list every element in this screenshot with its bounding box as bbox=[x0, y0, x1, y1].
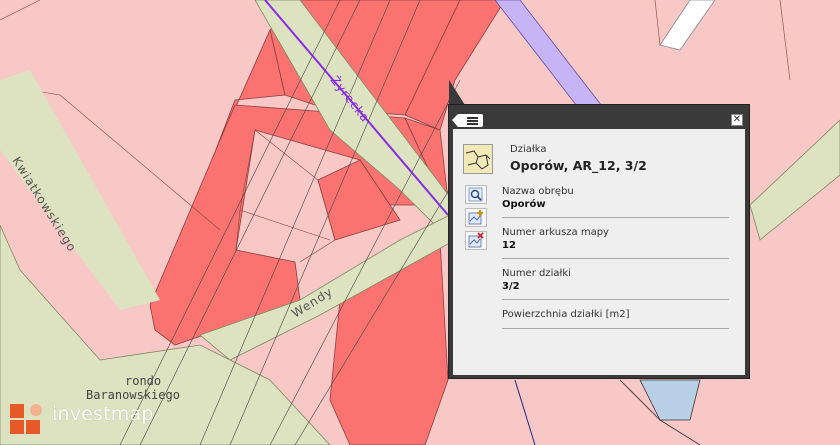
popup-pointer bbox=[449, 80, 465, 105]
attribute-label: Numer arkusza mapy bbox=[502, 227, 609, 238]
popup-body: Działka Oporów, AR_12, 3/2 Nazwa obrębu … bbox=[453, 129, 745, 375]
attribute-row-obreb: Nazwa obrębu Oporów bbox=[502, 186, 729, 218]
feature-title: Oporów, AR_12, 3/2 bbox=[510, 158, 647, 173]
attribute-value: 3/2 bbox=[502, 281, 520, 292]
attribute-value: Oporów bbox=[502, 199, 546, 210]
logo-text: investmap bbox=[52, 403, 154, 425]
attribute-label: Nazwa obrębu bbox=[502, 186, 574, 197]
close-icon[interactable]: ✕ bbox=[731, 114, 743, 126]
remove-layer-icon[interactable] bbox=[465, 231, 487, 250]
label-place-rondo: rondo bbox=[125, 374, 161, 388]
attribute-label: Powierzchnia działki [m2] bbox=[502, 309, 630, 320]
parcel-map-icon bbox=[463, 144, 493, 174]
add-layer-icon[interactable] bbox=[465, 208, 487, 227]
list-icon[interactable] bbox=[452, 114, 483, 127]
attribute-value: 12 bbox=[502, 240, 516, 251]
attribute-row-powierzchnia: Powierzchnia działki [m2] bbox=[502, 309, 729, 329]
zoom-to-icon[interactable] bbox=[465, 185, 487, 204]
attribute-row-dzialka: Numer działki 3/2 bbox=[502, 268, 729, 300]
parcel-info-popup: ✕ Działka Oporów, AR_12, 3/2 Nazwa obręb… bbox=[448, 104, 750, 379]
investmap-logo: investmap bbox=[8, 400, 158, 438]
feature-type-label: Działka bbox=[510, 144, 547, 155]
attribute-label: Numer działki bbox=[502, 268, 571, 279]
attribute-row-arkusz: Numer arkusza mapy 12 bbox=[502, 227, 729, 259]
